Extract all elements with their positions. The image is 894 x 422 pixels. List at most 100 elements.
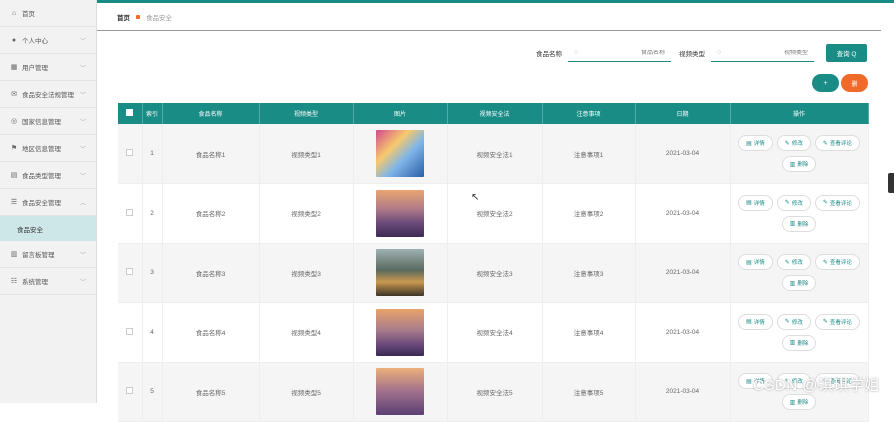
mouse-cursor-icon: ↖ [471, 192, 479, 203]
row-index: 3 [142, 243, 162, 303]
row-select-cell[interactable] [118, 184, 142, 244]
chevron-down-icon: ﹀ [80, 250, 86, 259]
row-checkbox[interactable] [126, 268, 133, 275]
sidebar-item[interactable]: ⌂ 首页 [0, 0, 96, 27]
view-comments-button[interactable]: ✎查看评论 [815, 254, 860, 270]
notes: 注意事项1 [542, 124, 635, 184]
sidebar-item-label: 食品安全法规管理 [22, 89, 74, 99]
query-button[interactable]: 查询 Q [826, 44, 867, 62]
sidebar-item-label: 食品类型管理 [22, 170, 61, 180]
sidebar-item[interactable]: ▦用户管理﹀ [0, 54, 96, 81]
table-row: 1食品名称1视频类型1视频安全法1注意事项12021-03-04▤详情✎修改✎查… [118, 124, 868, 184]
sidebar-item[interactable]: ☰食品安全管理︿ [0, 189, 96, 216]
edit-button[interactable]: ✎修改 [777, 195, 811, 211]
delete-button[interactable]: ▥删除 [782, 275, 817, 291]
sidebar-item[interactable]: ✉食品安全法规管理﹀ [0, 81, 96, 108]
sidebar-item[interactable]: ⚑地区信息管理﹀ [0, 135, 96, 162]
button-label: 修改 [792, 139, 803, 147]
detail-button[interactable]: ▤详情 [738, 195, 773, 211]
food-name: 食品名称5 [162, 362, 259, 422]
sidebar: ⌂ 首页 ●个人中心﹀▦用户管理﹀✉食品安全法规管理﹀ ◎ 国家信息管理 ﹀ ⚑地区信息管理… [0, 0, 97, 403]
view-comments-button[interactable]: ✎查看评论 [815, 195, 860, 211]
add-button[interactable]: + [812, 74, 839, 92]
date: 2021-03-04 [635, 362, 730, 422]
food-image [376, 130, 424, 177]
trash-icon: ▥ [790, 220, 796, 227]
sidebar-item-label: 首页 [22, 8, 35, 18]
sidebar-item-label: 国家信息管理 [22, 116, 61, 126]
trash-icon: ▥ [790, 280, 796, 287]
type-search-field[interactable]: ○ [711, 44, 814, 62]
button-label: 详情 [754, 318, 765, 326]
delete-button[interactable]: ▥删除 [782, 156, 817, 172]
detail-button[interactable]: ▤详情 [738, 254, 773, 270]
video-type: 视频类型2 [259, 184, 353, 244]
trash-icon: ▥ [790, 161, 796, 168]
sidebar-item[interactable]: ▤食品类型管理﹀ [0, 162, 96, 189]
select-all-header[interactable] [118, 103, 142, 124]
row-select-cell[interactable] [118, 243, 142, 303]
column-header: 图片 [353, 103, 447, 124]
video-type: 视频类型4 [259, 303, 353, 363]
detail-button[interactable]: ▤详情 [738, 314, 773, 330]
food-image-cell [353, 243, 447, 303]
name-search-input[interactable] [605, 50, 665, 56]
delete-button[interactable]: ▥删除 [782, 394, 817, 410]
column-header: 视频安全法 [447, 103, 542, 124]
detail-button[interactable]: ▤详情 [738, 135, 773, 151]
batch-delete-button[interactable]: 删 [841, 74, 868, 92]
file-icon: ▤ [746, 140, 752, 147]
sidebar-item-label: 个人中心 [22, 35, 48, 45]
edit-icon: ✎ [823, 199, 828, 206]
button-label: 删除 [797, 279, 808, 287]
edit-button[interactable]: ✎修改 [777, 254, 811, 270]
select-all-checkbox[interactable] [126, 109, 133, 116]
row-operations: ▤详情✎修改✎查看评论 ▥删除 [730, 184, 868, 244]
watermark: CSDN @琪琪学姐 [753, 374, 880, 395]
edit-icon: ✎ [823, 259, 828, 266]
video-type: 视频类型3 [259, 243, 353, 303]
file-icon: ▤ [746, 259, 752, 266]
home-icon: ⌂ [10, 9, 18, 17]
breadcrumb-separator-icon [136, 15, 140, 19]
breadcrumb-current: 食品安全 [146, 12, 172, 22]
row-index: 4 [142, 303, 162, 363]
row-checkbox[interactable] [126, 149, 133, 156]
row-index: 2 [142, 184, 162, 244]
button-label: 详情 [754, 199, 765, 207]
breadcrumb-home[interactable]: 首页 [117, 12, 130, 22]
food-image-cell [353, 362, 447, 422]
globe-icon: ◎ [10, 117, 18, 125]
collapse-handle[interactable] [888, 173, 894, 193]
edit-icon: ✎ [785, 199, 790, 206]
flag-icon: ⚑ [10, 144, 18, 152]
row-checkbox[interactable] [126, 209, 133, 216]
sidebar-item[interactable]: ◎国家信息管理﹀ [0, 108, 96, 135]
table-row: 3食品名称3视频类型3视频安全法3注意事项32021-03-04▤详情✎修改✎查… [118, 243, 868, 303]
view-comments-button[interactable]: ✎查看评论 [815, 314, 860, 330]
row-select-cell[interactable] [118, 124, 142, 184]
delete-button[interactable]: ▥删除 [782, 335, 817, 351]
sidebar-item[interactable]: ●个人中心﹀ [0, 27, 96, 54]
sidebar-item[interactable]: ☷系统管理﹀ [0, 268, 96, 295]
date: 2021-03-04 [635, 184, 730, 244]
row-checkbox[interactable] [126, 328, 133, 335]
row-select-cell[interactable] [118, 362, 142, 422]
name-search-field[interactable]: ○ [568, 44, 671, 62]
column-header: 食品名称 [162, 103, 259, 124]
row-select-cell[interactable] [118, 303, 142, 363]
notes: 注意事项2 [542, 184, 635, 244]
row-checkbox[interactable] [126, 387, 133, 394]
row-operations: ▤详情✎修改✎查看评论 ▥删除 [730, 124, 868, 184]
delete-button[interactable]: ▥删除 [782, 216, 817, 232]
edit-button[interactable]: ✎修改 [777, 314, 811, 330]
sidebar-subitem-food-safety[interactable]: 食品安全 [0, 216, 96, 241]
grid-icon: ▦ [10, 63, 18, 71]
view-comments-button[interactable]: ✎查看评论 [815, 135, 860, 151]
type-search-input[interactable] [748, 50, 808, 56]
button-label: 查看评论 [830, 258, 852, 266]
food-image [376, 309, 424, 356]
edit-button[interactable]: ✎修改 [777, 135, 811, 151]
sidebar-item[interactable]: ▥留言板管理﹀ [0, 241, 96, 268]
video-type: 视频类型5 [259, 362, 353, 422]
